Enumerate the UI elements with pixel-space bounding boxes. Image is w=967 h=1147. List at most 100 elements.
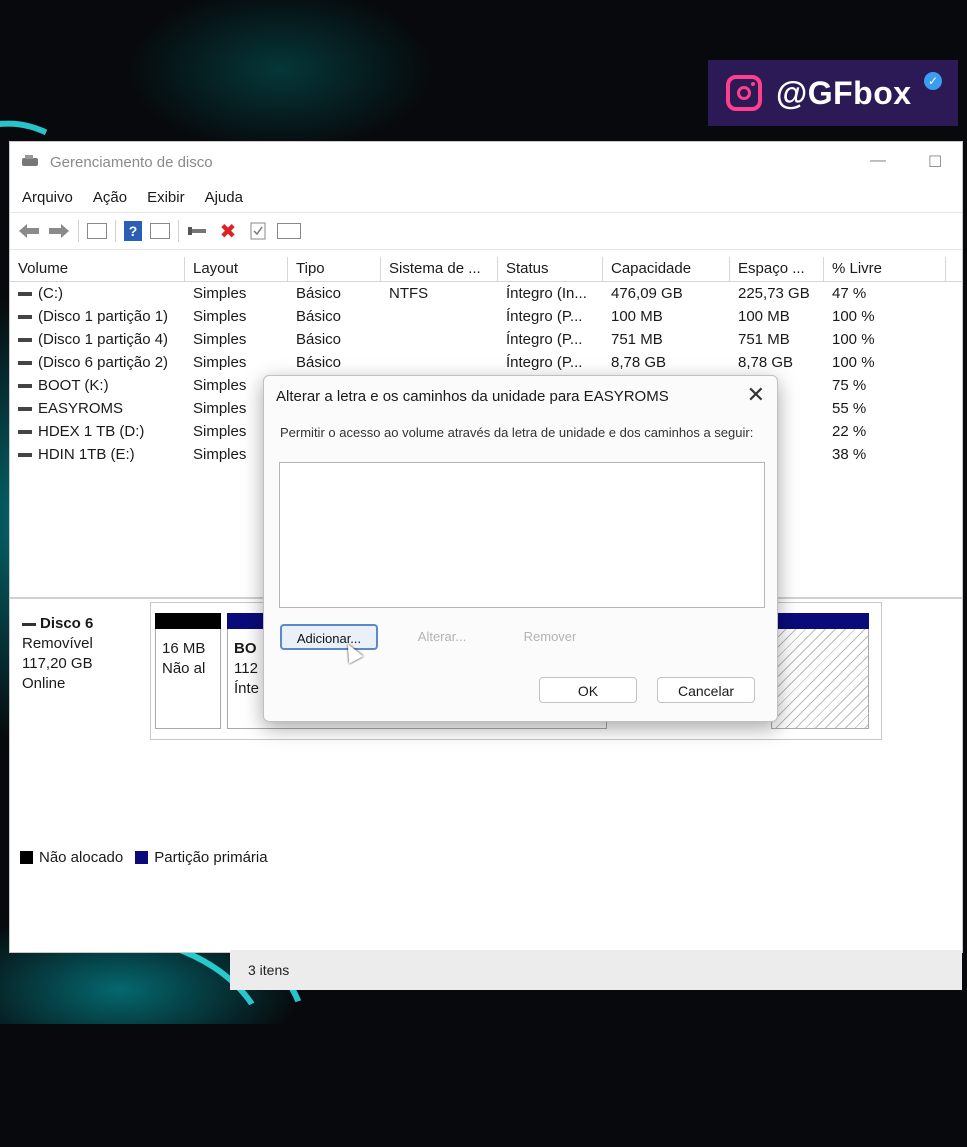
menu-arquivo[interactable]: Arquivo	[22, 189, 73, 206]
table-cell-text: Simples	[193, 308, 247, 325]
table-cell-text: 476,09 GB	[611, 285, 683, 302]
ok-button[interactable]: OK	[539, 677, 637, 703]
column-header-tipo[interactable]: Tipo	[288, 257, 381, 281]
table-cell-text: (Disco 1 partição 1)	[38, 308, 169, 325]
table-cell: BOOT (K:)	[10, 374, 185, 397]
table-cell: Simples	[185, 305, 288, 328]
table-cell-text: Básico	[296, 331, 342, 348]
table-cell-text: 38 %	[832, 446, 867, 463]
menu-exibir[interactable]: Exibir	[147, 189, 185, 206]
table-row[interactable]: (Disco 1 partição 1) Simples Básico Íntegro…	[10, 305, 962, 328]
table-cell-text: Básico	[296, 285, 342, 302]
table-cell: 100 MB	[603, 305, 730, 328]
partition-bar	[771, 613, 869, 629]
disk-type: Removível	[22, 635, 93, 652]
toolbar-separator	[115, 220, 116, 242]
minimize-button[interactable]: —	[870, 152, 886, 170]
disk-name: Disco 6	[40, 615, 94, 632]
title-bar: Gerenciamento de disco — ☐	[10, 142, 962, 182]
change-button[interactable]: Alterar...	[396, 624, 488, 650]
table-row[interactable]: (C:) Simples Básico NTFS Íntegro (In... 476,0…	[10, 282, 962, 305]
partition-3[interactable]	[771, 613, 869, 729]
column-header-sistema[interactable]: Sistema de ...	[381, 257, 498, 281]
table-cell: 100 %	[824, 328, 946, 351]
table-cell-text: 47 %	[832, 285, 867, 302]
table-cell-text: Íntegro (P...	[506, 308, 583, 325]
table-cell: (Disco 6 partição 2)	[10, 351, 185, 374]
table-cell-text: 22 %	[832, 423, 867, 440]
volume-list-header: Volume Layout Tipo Sistema de ... Status…	[10, 257, 962, 282]
partition-size: 16 MB	[162, 640, 206, 657]
table-cell: 8,78 GB	[730, 351, 824, 374]
table-cell-text: Simples	[193, 377, 247, 394]
remove-button[interactable]: Remover	[502, 624, 598, 650]
properties-icon[interactable]	[150, 223, 170, 239]
paths-list[interactable]	[279, 462, 765, 608]
table-cell-text: Íntegro (In...	[506, 285, 587, 302]
view-icon[interactable]	[87, 223, 107, 239]
column-header-status[interactable]: Status	[498, 257, 603, 281]
table-cell: EASYROMS	[10, 397, 185, 420]
menu-bar: Arquivo Ação Exibir Ajuda	[10, 182, 962, 212]
table-cell-text: 75 %	[832, 377, 867, 394]
menu-acao[interactable]: Ação	[93, 189, 127, 206]
table-cell: Íntegro (P...	[498, 305, 603, 328]
table-cell: (Disco 1 partição 1)	[10, 305, 185, 328]
table-cell-text: Básico	[296, 354, 342, 371]
add-button[interactable]: Adicionar...	[280, 624, 378, 650]
toolbar-separator	[178, 220, 179, 242]
column-header-espaco[interactable]: Espaço ...	[730, 257, 824, 281]
column-header-volume[interactable]: Volume	[10, 257, 185, 281]
disk-6-info[interactable]: Disco 6 Removível 117,20 GB Online	[22, 614, 93, 694]
volume-icon	[18, 361, 32, 366]
cancel-button[interactable]: Cancelar	[657, 677, 755, 703]
table-cell: Simples	[185, 328, 288, 351]
table-cell-text: 100 MB	[611, 308, 663, 325]
back-arrow-icon[interactable]	[18, 220, 40, 242]
column-header-capacidade[interactable]: Capacidade	[603, 257, 730, 281]
table-row[interactable]: (Disco 6 partição 2) Simples Básico Íntegro…	[10, 351, 962, 374]
table-cell-text: Simples	[193, 331, 247, 348]
help-icon[interactable]: ?	[124, 221, 142, 241]
volume-icon	[18, 315, 32, 320]
console-icon[interactable]	[277, 223, 301, 239]
table-cell-text: 100 %	[832, 308, 875, 325]
close-icon[interactable]: ✕	[747, 382, 765, 408]
table-cell-text: 8,78 GB	[611, 354, 667, 371]
table-cell-text: Simples	[193, 446, 247, 463]
table-cell: HDEX 1 TB (D:)	[10, 420, 185, 443]
window-title: Gerenciamento de disco	[50, 153, 213, 171]
table-cell-text: Simples	[193, 423, 247, 440]
menu-ajuda[interactable]: Ajuda	[205, 189, 243, 206]
table-cell-text: (C:)	[38, 285, 63, 302]
table-cell-text: Íntegro (P...	[506, 354, 583, 371]
volume-icon	[18, 407, 32, 412]
table-cell: Básico	[288, 282, 381, 305]
table-cell: Básico	[288, 305, 381, 328]
legend-swatch-primary	[135, 851, 149, 864]
column-header-layout[interactable]: Layout	[185, 257, 288, 281]
partition-1[interactable]: 16 MB Não al	[155, 613, 221, 729]
table-cell-text: Simples	[193, 354, 247, 371]
table-cell: 75 %	[824, 374, 946, 397]
table-cell-text: (Disco 6 partição 2)	[38, 354, 169, 371]
delete-icon[interactable]: ✖	[217, 220, 239, 243]
toolbar-separator	[78, 220, 79, 242]
table-cell: 751 MB	[603, 328, 730, 351]
maximize-button[interactable]: ☐	[928, 152, 942, 172]
disk-state: Online	[22, 675, 66, 692]
disk-size: 117,20 GB	[22, 655, 93, 672]
column-header-livre[interactable]: % Livre	[824, 257, 946, 281]
table-cell-text: NTFS	[389, 285, 429, 302]
volume-icon	[18, 338, 32, 343]
table-cell-text: EASYROMS	[38, 400, 124, 417]
table-cell: Íntegro (P...	[498, 328, 603, 351]
table-cell	[381, 351, 498, 374]
table-cell-text: Simples	[193, 285, 247, 302]
table-cell: (C:)	[10, 282, 185, 305]
forward-arrow-icon[interactable]	[48, 220, 70, 242]
table-row[interactable]: (Disco 1 partição 4) Simples Básico Íntegro…	[10, 328, 962, 351]
connect-icon[interactable]	[187, 220, 209, 242]
table-cell-text: 225,73 GB	[738, 285, 810, 302]
check-icon[interactable]	[247, 220, 269, 242]
